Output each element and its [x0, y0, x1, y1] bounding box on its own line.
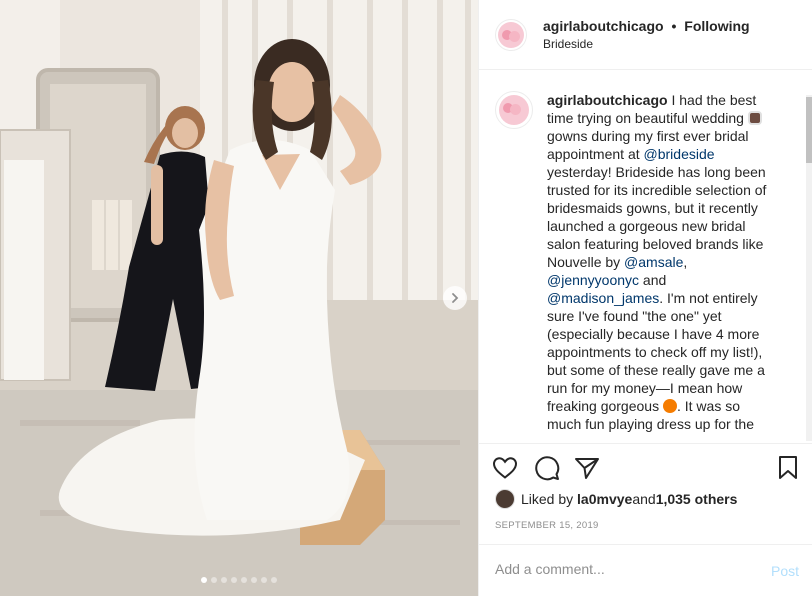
mention-jennyyoonyc[interactable]: @jennyyoonyc	[547, 272, 639, 288]
photo-image	[0, 0, 478, 596]
likes-summary: Liked by la0mvye and 1,035 others	[495, 489, 737, 509]
post-comment-button[interactable]: Post	[771, 563, 799, 579]
likes-prefix: Liked by	[521, 491, 574, 507]
location-link[interactable]: Brideside	[543, 36, 750, 52]
header-separator: •	[671, 18, 677, 34]
liker-avatar[interactable]	[495, 489, 515, 509]
scrollbar-thumb[interactable]	[806, 97, 812, 163]
following-button[interactable]: Following	[684, 18, 749, 34]
comment-icon	[535, 456, 560, 481]
post-photo[interactable]	[0, 0, 478, 596]
carousel-dot	[261, 577, 267, 583]
mention-brideside[interactable]: @brideside	[644, 146, 715, 162]
chevron-right-icon	[452, 293, 459, 303]
like-button[interactable]	[491, 454, 519, 482]
mention-amsale[interactable]: @amsale	[624, 254, 683, 270]
mention-madison-james[interactable]: @madison_james	[547, 290, 659, 306]
caption-scrollbar[interactable]	[806, 95, 812, 441]
author-username[interactable]: agirlaboutchicago	[543, 18, 664, 34]
comment-button[interactable]	[533, 454, 561, 482]
carousel-dot	[221, 577, 227, 583]
comment-bar: Post	[479, 544, 812, 596]
send-icon	[575, 458, 599, 479]
share-button[interactable]	[573, 454, 601, 482]
caption-scroll-area[interactable]: agirlaboutchicago I had the best time tr…	[479, 71, 812, 443]
heart-icon	[492, 457, 518, 479]
caption-segment: . I'm not entirely sure I've found "the …	[547, 290, 765, 414]
post-side-panel: agirlaboutchicago • Following Brideside …	[478, 0, 812, 596]
likes-middle: and	[632, 491, 656, 507]
caption-segment: ,	[683, 254, 688, 270]
caption-segment: and	[639, 272, 667, 288]
caption-username[interactable]: agirlaboutchicago	[547, 92, 668, 108]
comment-input[interactable]	[495, 561, 745, 577]
save-button[interactable]	[774, 454, 802, 482]
carousel-dot	[231, 577, 237, 583]
carousel-dot	[251, 577, 257, 583]
carousel-dot	[211, 577, 217, 583]
fox-emoji-icon	[662, 399, 677, 413]
post-date[interactable]: SEPTEMBER 15, 2019	[495, 520, 599, 531]
carousel-dot	[241, 577, 247, 583]
action-bar	[479, 443, 812, 491]
likes-count-link[interactable]: 1,035 others	[656, 491, 738, 507]
post-header: agirlaboutchicago • Following Brideside	[479, 0, 812, 70]
author-avatar[interactable]	[495, 18, 527, 51]
bookmark-icon	[779, 456, 797, 479]
caption-avatar[interactable]	[495, 91, 533, 129]
carousel-dot	[271, 577, 277, 583]
liker-username[interactable]: la0mvye	[577, 491, 632, 507]
carousel-indicator	[0, 577, 478, 583]
next-photo-button[interactable]	[443, 286, 467, 310]
carousel-dot	[201, 577, 207, 583]
bride-emoji-icon	[747, 111, 762, 125]
caption-text: agirlaboutchicago I had the best time tr…	[547, 91, 777, 433]
